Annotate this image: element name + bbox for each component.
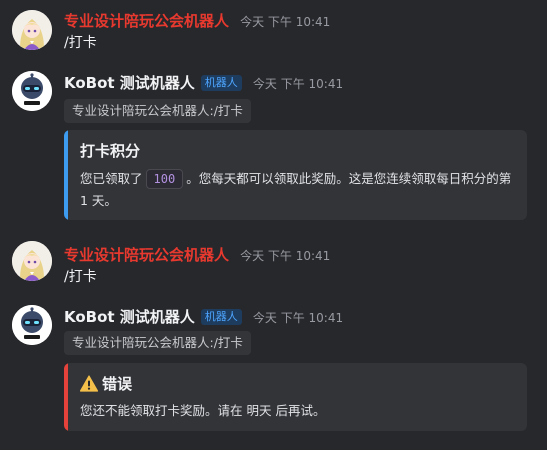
author-name[interactable]: KoBot 测试机器人 bbox=[64, 308, 195, 326]
embed-title-row: 错误 bbox=[79, 373, 133, 396]
embed-title: 错误 bbox=[102, 375, 133, 393]
reply-reference[interactable]: 专业设计陪玩公会机器人:/打卡 bbox=[64, 331, 251, 355]
bot-avatar[interactable] bbox=[12, 305, 52, 345]
warning-icon bbox=[79, 375, 99, 396]
robot-avatar-icon bbox=[12, 305, 52, 345]
message-bot-2: KoBot 测试机器人 机器人 今天 下午 10:41 专业设计陪玩公会机器人:/… bbox=[0, 0, 547, 450]
embed-description: 您还不能领取打卡奖励。请在 明天 后再试。 bbox=[80, 403, 326, 418]
error-embed: 错误 您还不能领取打卡奖励。请在 明天 后再试。 bbox=[64, 363, 527, 431]
embed-accent-bar bbox=[64, 363, 68, 431]
bot-tag: 机器人 bbox=[200, 309, 242, 325]
message-header: KoBot 测试机器人 机器人 今天 下午 10:41 bbox=[64, 306, 343, 326]
timestamp: 今天 下午 10:41 bbox=[252, 311, 344, 325]
